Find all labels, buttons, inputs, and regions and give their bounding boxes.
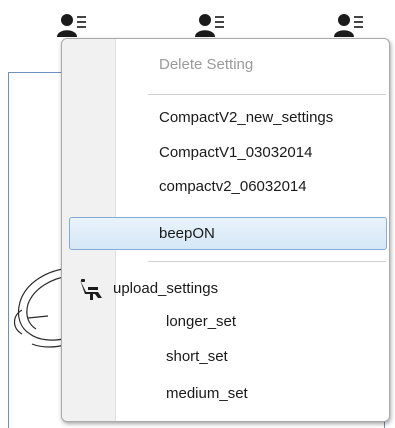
background-frame-line — [8, 72, 9, 428]
settings-item-medium-set[interactable]: medium_set — [166, 385, 248, 403]
delete-setting-item[interactable]: Delete Setting — [159, 56, 253, 74]
settings-item-longer-set[interactable]: longer_set — [166, 313, 236, 331]
dental-chair-icon — [80, 279, 102, 300]
upload-settings-item[interactable]: upload_settings — [113, 280, 218, 298]
user-list-icon[interactable] — [56, 11, 88, 37]
settings-context-menu: Delete Setting CompactV2_new_settings Co… — [61, 38, 390, 422]
settings-item-short-set[interactable]: short_set — [166, 348, 228, 366]
menu-separator — [148, 94, 386, 95]
background-frame-line — [8, 72, 66, 73]
settings-item-beepon[interactable]: beepON — [159, 225, 215, 243]
user-list-icon[interactable] — [194, 11, 226, 37]
menu-separator — [148, 261, 386, 262]
user-list-icon[interactable] — [333, 11, 365, 37]
settings-item-compactv1[interactable]: CompactV1_03032014 — [159, 144, 312, 162]
selected-item-highlight — [69, 217, 387, 250]
settings-item-compactv2-0603[interactable]: compactv2_06032014 — [159, 178, 307, 196]
settings-item-compactv2-new[interactable]: CompactV2_new_settings — [159, 109, 333, 127]
